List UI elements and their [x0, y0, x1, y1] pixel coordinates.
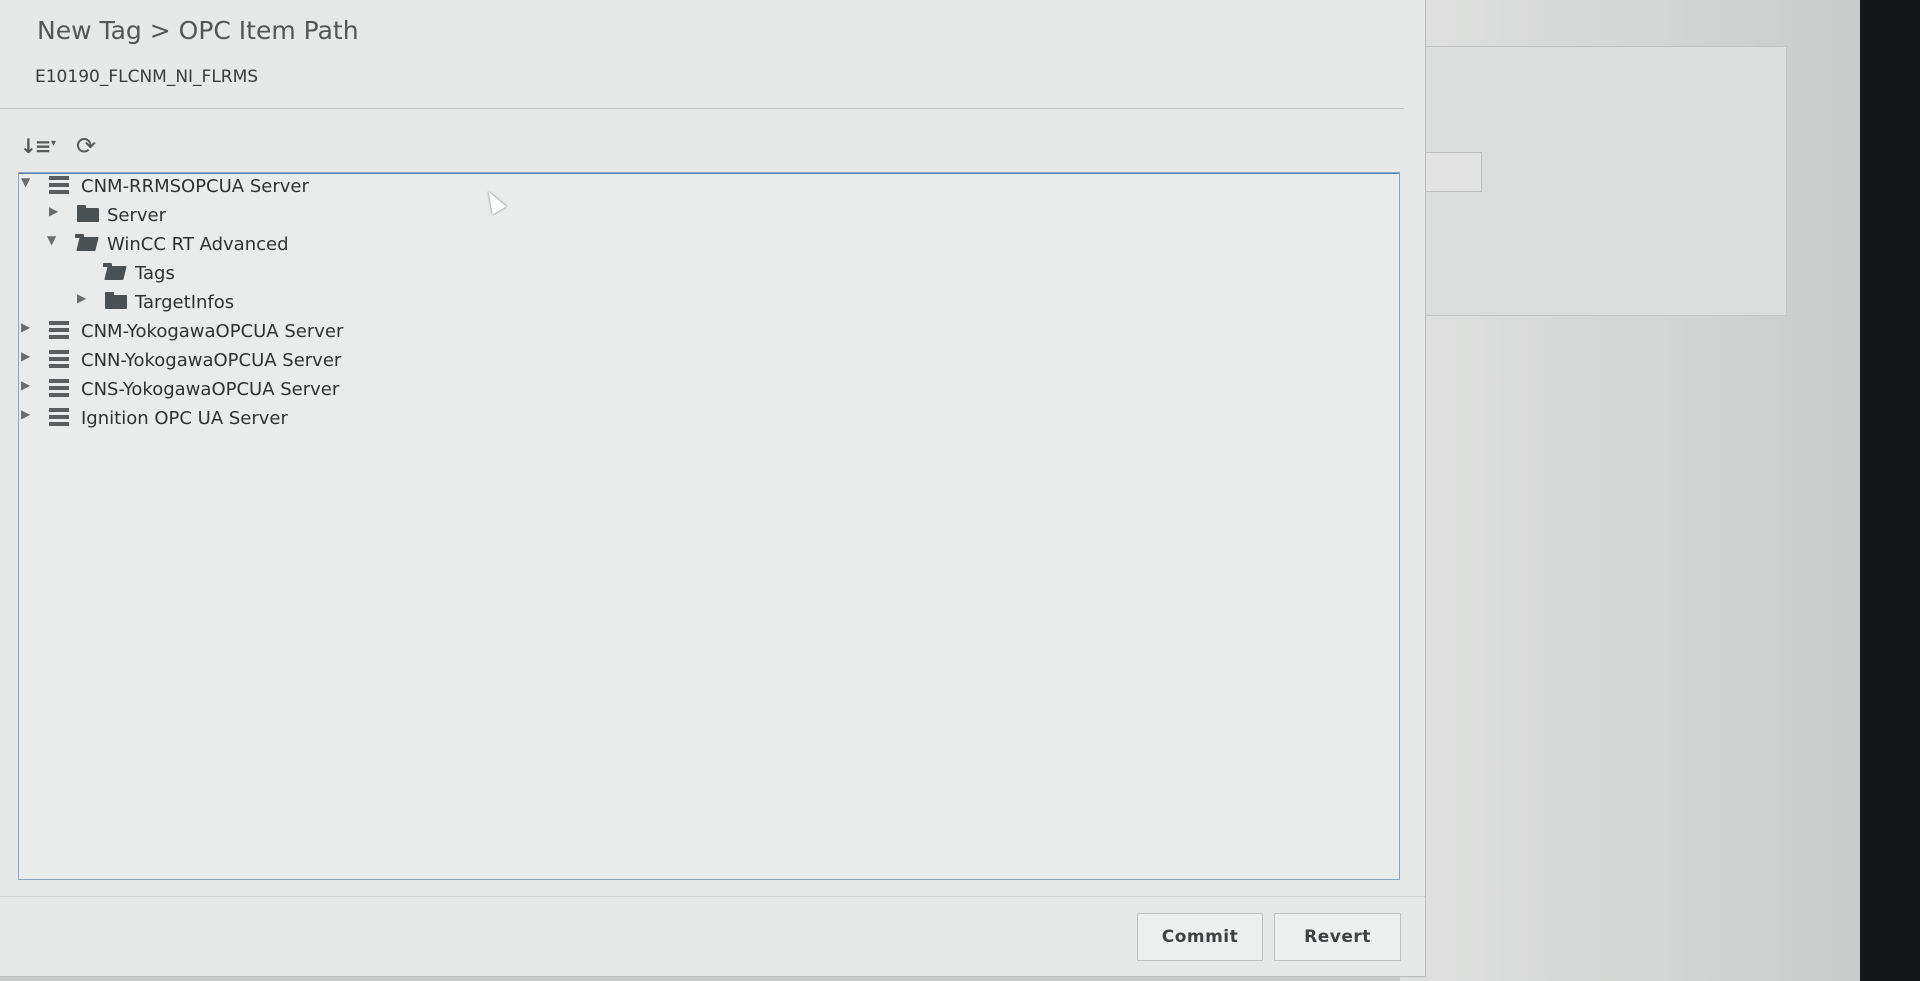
- server-icon: [49, 350, 69, 368]
- opc-browse-tree[interactable]: ▼ CNM-RRMSOPCUA Server ▶ Server ▼ WinCC …: [18, 172, 1400, 880]
- revert-button[interactable]: Revert: [1274, 913, 1401, 961]
- tree-node-label: Ignition OPC UA Server: [81, 408, 288, 429]
- server-icon: [49, 408, 69, 426]
- expanded-arrow-icon[interactable]: ▼: [21, 175, 30, 189]
- collapsed-arrow-icon[interactable]: ▶: [21, 407, 30, 421]
- dialog-subtitle: E10190_FLCNM_NI_FLRMS: [35, 67, 259, 87]
- expanded-arrow-icon[interactable]: ▼: [47, 233, 56, 247]
- tree-node-label: Server: [107, 205, 167, 226]
- refresh-icon[interactable]: ⟳: [76, 132, 96, 160]
- tree-node-label: WinCC RT Advanced: [107, 234, 289, 255]
- folder-icon: [105, 292, 127, 309]
- folder-open-icon: [75, 234, 97, 251]
- folder-icon: [77, 205, 99, 222]
- dialog-header: New Tag > OPC Item Path E10190_FLCNM_NI_…: [0, 0, 1404, 109]
- tree-node-label: CNN-YokogawaOPCUA Server: [81, 350, 342, 371]
- tree-node-label: TargetInfos: [135, 292, 235, 313]
- collapsed-arrow-icon[interactable]: ▶: [21, 349, 30, 363]
- tree-node-label: CNS-YokogawaOPCUA Server: [81, 379, 340, 400]
- sort-icon[interactable]: ↓≡: [20, 134, 51, 158]
- tree-node-label: CNM-YokogawaOPCUA Server: [81, 321, 344, 342]
- collapsed-arrow-icon[interactable]: ▶: [49, 204, 58, 218]
- tree-node-label: Tags: [135, 263, 175, 284]
- tree-node-label: CNM-RRMSOPCUA Server: [81, 176, 309, 197]
- server-icon: [49, 379, 69, 397]
- opc-item-path-dialog: New Tag > OPC Item Path E10190_FLCNM_NI_…: [0, 0, 1426, 977]
- monitor-bezel: [1860, 0, 1920, 981]
- sort-dropdown-caret-icon[interactable]: ▾: [51, 138, 56, 149]
- dialog-title: New Tag > OPC Item Path: [37, 16, 359, 45]
- dialog-footer: Commit Revert: [0, 896, 1425, 977]
- commit-button[interactable]: Commit: [1137, 913, 1263, 961]
- collapsed-arrow-icon[interactable]: ▶: [21, 378, 30, 392]
- collapsed-arrow-icon[interactable]: ▶: [21, 320, 30, 334]
- server-icon: [49, 176, 69, 194]
- server-icon: [49, 321, 69, 339]
- folder-open-icon: [103, 263, 125, 280]
- collapsed-arrow-icon[interactable]: ▶: [77, 291, 86, 305]
